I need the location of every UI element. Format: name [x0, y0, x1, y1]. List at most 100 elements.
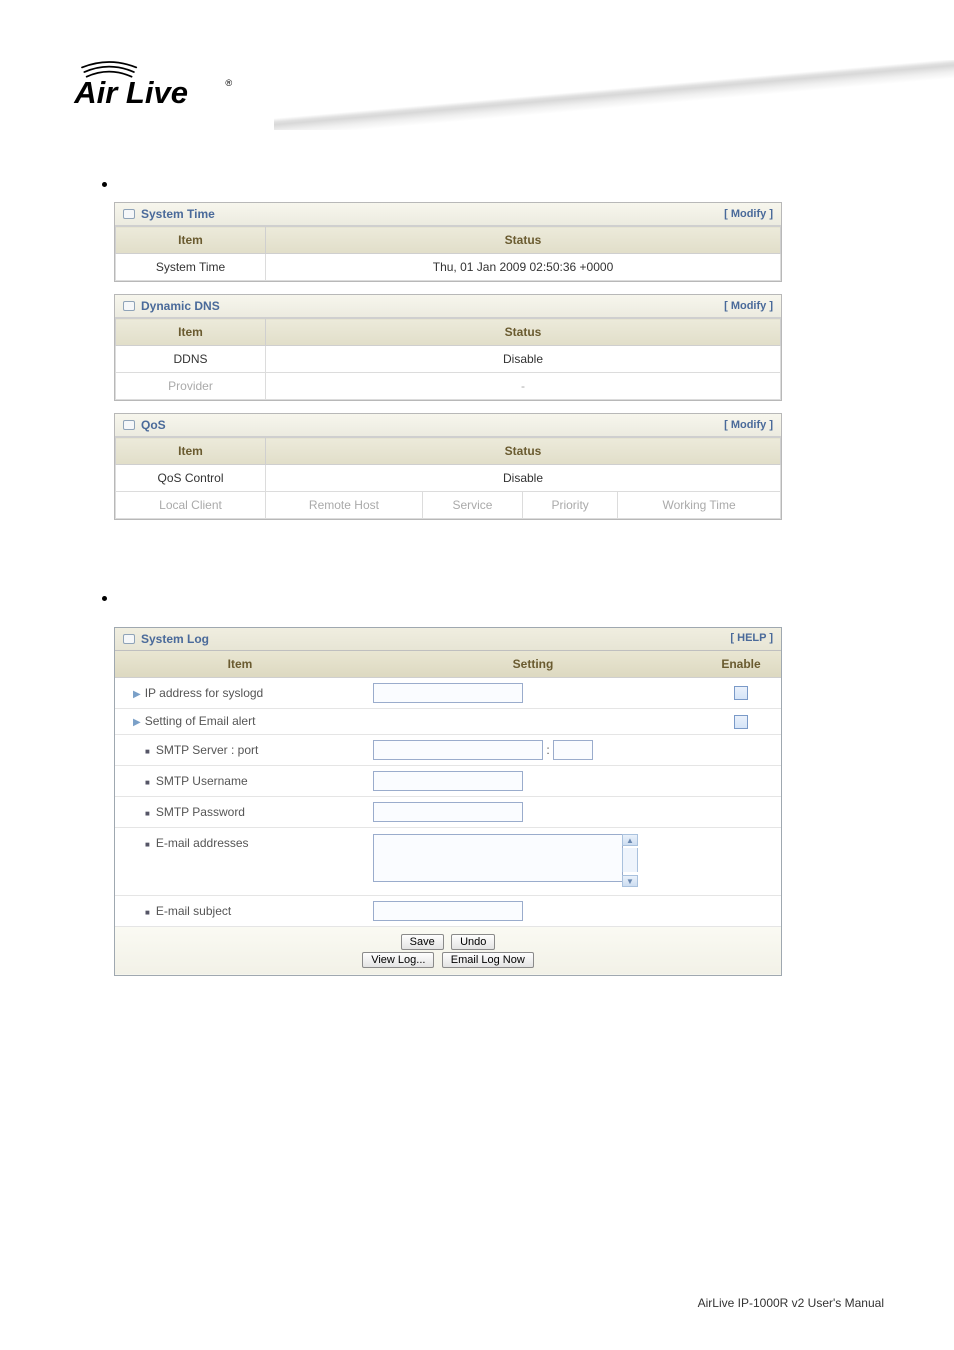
label-ip-syslogd: IP address for syslogd [145, 686, 264, 700]
triangle-icon: ▶ [133, 717, 141, 728]
section-desc: System Log This page support two methods… [72, 589, 882, 619]
square-bullet-icon: ■ [145, 747, 150, 756]
cell-remote-host: Remote Host [266, 492, 423, 519]
button-row: Save Undo View Log... Email Log Now [115, 926, 781, 975]
save-button[interactable]: Save [401, 934, 444, 950]
page-number: 55 [70, 1296, 83, 1310]
status-bullet-text: Status Current system time and other sta… [119, 175, 376, 190]
cell-local-client: Local Client [116, 492, 266, 519]
input-ip-syslogd[interactable] [373, 683, 523, 703]
triangle-icon: ▶ [133, 689, 141, 700]
panel-dynamic-dns: Dynamic DNS [ Modify ] Item Status DDNS … [114, 294, 782, 401]
textarea-email-addresses[interactable] [373, 834, 623, 882]
syslog-bullet-text: System Log This page support two methods… [119, 589, 882, 619]
row-smtp-password: ■ SMTP Password [115, 796, 781, 827]
th-item: Item [116, 438, 266, 465]
cell-status: - [266, 373, 781, 400]
cell-status: Thu, 01 Jan 2009 02:50:36 +0000 [266, 254, 781, 281]
table-row-subheaders: Local Client Remote Host Service Priorit… [116, 492, 781, 519]
th-item: Item [116, 227, 266, 254]
row-email-subject: ■ E-mail subject [115, 895, 781, 926]
input-smtp-password[interactable] [373, 802, 523, 822]
panel-icon [123, 634, 135, 644]
table-row: QoS Control Disable [116, 465, 781, 492]
modify-link-qos[interactable]: [ Modify ] [724, 419, 773, 431]
undo-button[interactable]: Undo [451, 934, 495, 950]
modify-link-ddns[interactable]: [ Modify ] [724, 300, 773, 312]
input-smtp-server[interactable] [373, 740, 543, 760]
panel-title-syslog: System Log [123, 632, 209, 646]
row-smtp-username: ■ SMTP Username [115, 765, 781, 796]
panel-icon [123, 301, 135, 311]
brand-logo: Air Live ® [72, 55, 247, 122]
page-footer: 55 AirLive IP-1000R v2 User's Manual [0, 1296, 954, 1310]
cell-status: Disable [266, 465, 781, 492]
help-link[interactable]: [ HELP ] [730, 632, 773, 646]
row-ip-syslogd: ▶ IP address for syslogd [115, 678, 781, 709]
scroll-track[interactable] [622, 848, 638, 872]
section-heading-syslog: 5.3.1 Advanced Settings -> System Log [72, 565, 882, 581]
panel-title-ddns: Dynamic DNS [123, 299, 220, 313]
table-header-row: Item Status [116, 319, 781, 346]
th-status: Status [266, 227, 781, 254]
table-row: Provider - [116, 373, 781, 400]
square-bullet-icon: ■ [145, 809, 150, 818]
checkbox-ip-syslogd[interactable] [734, 686, 748, 700]
cell-service: Service [422, 492, 522, 519]
panel-icon [123, 209, 135, 219]
label-email-subj: E-mail subject [156, 904, 231, 918]
cell-status: Disable [266, 346, 781, 373]
th-enable: Enable [701, 651, 781, 678]
input-smtp-port[interactable] [553, 740, 593, 760]
cell-priority: Priority [523, 492, 618, 519]
th-status: Status [266, 319, 781, 346]
chapter-heading: 5. Web Management – Advanced Settings [72, 150, 882, 165]
th-item: Item [116, 319, 266, 346]
row-smtp-server: ■ SMTP Server : port : [115, 734, 781, 765]
label-smtp-server: SMTP Server : port [156, 743, 258, 757]
svg-text:®: ® [225, 78, 232, 88]
input-smtp-username[interactable] [373, 771, 523, 791]
label-email-addr: E-mail addresses [156, 836, 249, 850]
label-smtp-pass: SMTP Password [156, 805, 245, 819]
scroll-up-icon[interactable]: ▲ [622, 834, 638, 846]
colon-separator: : [546, 743, 549, 757]
panel-qos: QoS [ Modify ] Item Status QoS Control D… [114, 413, 782, 520]
square-bullet-icon: ■ [145, 840, 150, 849]
cell-item: Provider [116, 373, 266, 400]
panel-title-qos: QoS [123, 418, 166, 432]
row-email-addresses: ■ E-mail addresses ▲ ▼ [115, 827, 781, 895]
panel-system-log: System Log [ HELP ] Item Setting Enable … [114, 627, 782, 976]
status-bullet-line: Status Current system time and other sta… [102, 175, 882, 190]
row-email-alert: ▶ Setting of Email alert [115, 709, 781, 735]
table-header-row: Item Status [116, 227, 781, 254]
cell-item: System Time [116, 254, 266, 281]
svg-text:Air Live: Air Live [73, 75, 188, 110]
cell-working-time: Working Time [618, 492, 781, 519]
scroll-down-icon[interactable]: ▼ [622, 875, 638, 887]
th-item: Item [115, 651, 365, 678]
th-status: Status [266, 438, 781, 465]
email-log-now-button[interactable]: Email Log Now [442, 952, 534, 968]
footer-product: AirLive IP-1000R v2 User's Manual [698, 1296, 884, 1310]
table-row: DDNS Disable [116, 346, 781, 373]
modify-link-system-time[interactable]: [ Modify ] [724, 208, 773, 220]
square-bullet-icon: ■ [145, 778, 150, 787]
panel-icon [123, 420, 135, 430]
label-email-alert: Setting of Email alert [145, 714, 256, 728]
table-header-row: Item Setting Enable [115, 651, 781, 678]
bullet-icon [102, 596, 107, 601]
view-log-button[interactable]: View Log... [362, 952, 434, 968]
label-smtp-user: SMTP Username [156, 774, 248, 788]
cell-item: QoS Control [116, 465, 266, 492]
input-email-subject[interactable] [373, 901, 523, 921]
th-setting: Setting [365, 651, 701, 678]
square-bullet-icon: ■ [145, 908, 150, 917]
header-swoosh [274, 60, 954, 130]
table-row: System Time Thu, 01 Jan 2009 02:50:36 +0… [116, 254, 781, 281]
panel-system-time: System Time [ Modify ] Item Status Syste… [114, 202, 782, 282]
cell-item: DDNS [116, 346, 266, 373]
table-header-row: Item Status [116, 438, 781, 465]
checkbox-email-alert[interactable] [734, 715, 748, 729]
panel-title-system-time: System Time [123, 207, 215, 221]
